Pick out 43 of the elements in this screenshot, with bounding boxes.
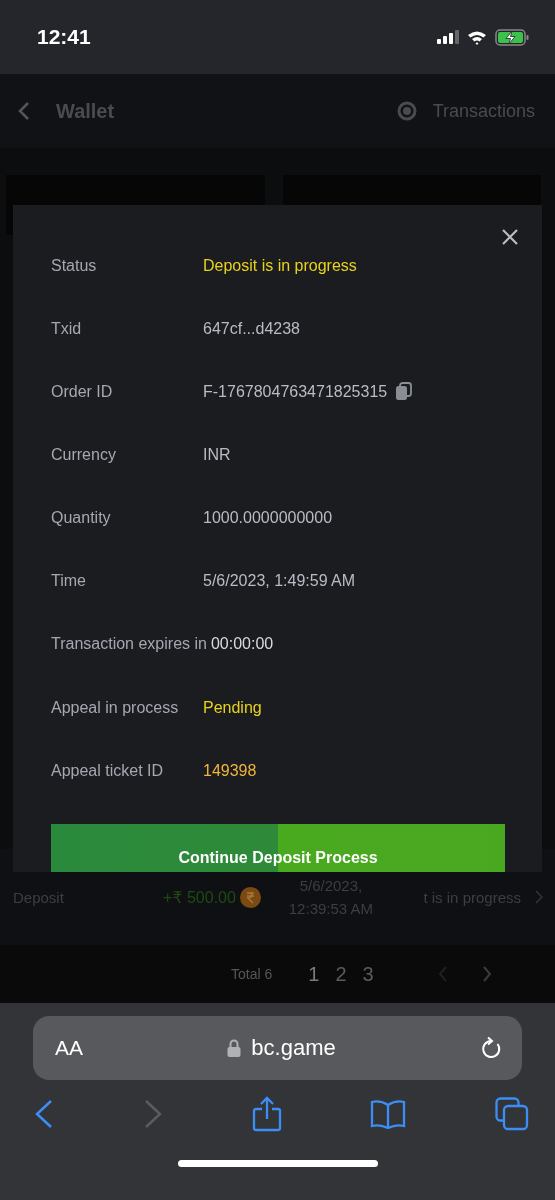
detail-value: INR xyxy=(203,445,231,465)
detail-label: Status xyxy=(51,256,98,276)
back-icon[interactable] xyxy=(18,101,30,121)
rupee-coin-icon xyxy=(239,886,261,908)
page-number[interactable]: 1 xyxy=(308,962,320,986)
detail-label: Time xyxy=(51,571,87,591)
page-number[interactable]: 3 xyxy=(362,962,374,986)
battery-icon xyxy=(495,28,529,46)
text-size-button[interactable]: AA xyxy=(55,1036,83,1060)
copy-icon[interactable] xyxy=(395,382,413,400)
detail-value: 149398 xyxy=(203,761,257,781)
detail-label: Txid xyxy=(51,319,83,339)
status-time: 12:41 xyxy=(37,25,91,49)
page-number[interactable]: 2 xyxy=(335,962,347,986)
detail-value: Pending xyxy=(203,698,262,718)
detail-label: Transaction expires in xyxy=(51,634,207,654)
page-title: Wallet xyxy=(56,99,115,123)
detail-label: Appeal in process xyxy=(51,698,180,718)
total-count: Total 6 xyxy=(231,966,273,982)
tabs-icon[interactable] xyxy=(495,1097,529,1131)
address-bar[interactable]: AA bc.game xyxy=(33,1016,522,1080)
reload-icon[interactable] xyxy=(480,1036,502,1060)
back-icon[interactable] xyxy=(34,1099,54,1129)
url-text: bc.game xyxy=(251,1035,336,1061)
lock-icon xyxy=(227,1039,242,1057)
continue-deposit-button[interactable]: Continue Deposit Process xyxy=(51,824,505,872)
detail-label: Quantity xyxy=(51,508,112,528)
wifi-icon xyxy=(467,29,487,45)
detail-label: Appeal ticket ID xyxy=(51,761,165,781)
transactions-link[interactable]: Transactions xyxy=(432,100,535,122)
detail-value: Deposit is in progress xyxy=(203,256,357,276)
detail-value: 5/6/2023, 1:49:59 AM xyxy=(203,571,356,591)
detail-label: Currency xyxy=(51,445,117,465)
detail-value: 1000.0000000000 xyxy=(203,508,333,528)
close-icon[interactable] xyxy=(502,229,518,245)
detail-value: F-1767804763471825315 xyxy=(203,382,388,402)
share-icon[interactable] xyxy=(251,1096,282,1132)
detail-label: Order ID xyxy=(51,382,114,402)
transaction-amount: +₹ 500.00 xyxy=(163,887,236,907)
detail-value: 647cf...d4238 xyxy=(203,319,300,339)
detail-value: 00:00:00 xyxy=(210,634,274,654)
signal-icon xyxy=(437,30,459,44)
book-icon[interactable] xyxy=(370,1099,407,1129)
